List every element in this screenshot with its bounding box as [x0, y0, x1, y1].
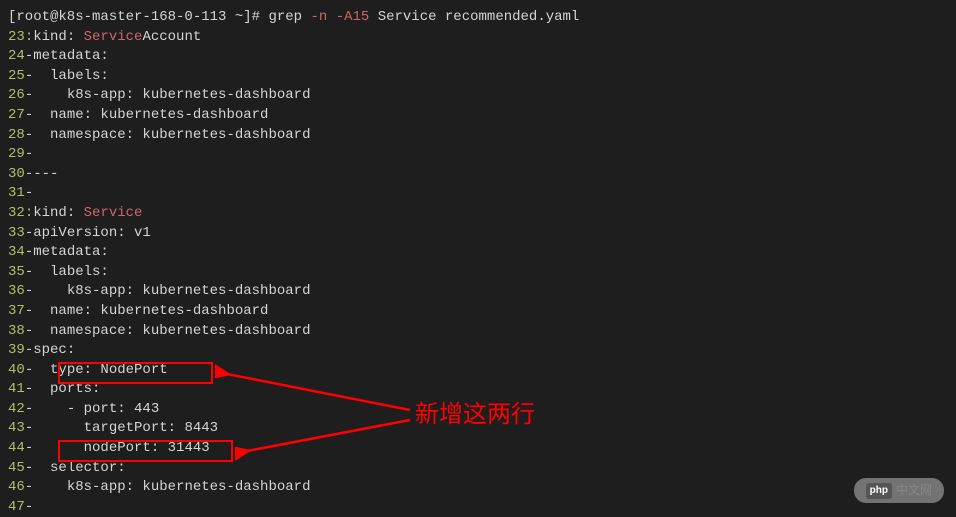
- output-line: 27- name: kubernetes-dashboard: [8, 107, 268, 123]
- output-line: 43- targetPort: 8443: [8, 420, 218, 436]
- output-line: 42- - port: 443: [8, 401, 159, 417]
- command-flag: -A15: [336, 9, 370, 25]
- output-line: 47-: [8, 499, 33, 515]
- output-line: 23:kind: ServiceAccount: [8, 29, 201, 45]
- output-line: 38- namespace: kubernetes-dashboard: [8, 323, 310, 339]
- output-line: 29-: [8, 146, 33, 162]
- output-line: 35- labels:: [8, 264, 109, 280]
- annotation-text: 新增这两行: [415, 398, 535, 432]
- output-line: 40- type: NodePort: [8, 362, 168, 378]
- output-line: 46- k8s-app: kubernetes-dashboard: [8, 479, 310, 495]
- output-line: 34-metadata:: [8, 244, 109, 260]
- output-line: 41- ports:: [8, 381, 100, 397]
- shell-prompt: [root@k8s-master-168-0-113 ~]#: [8, 9, 268, 25]
- output-line: 45- selector:: [8, 460, 126, 476]
- output-line: 37- name: kubernetes-dashboard: [8, 303, 268, 319]
- output-line: 32:kind: Service: [8, 205, 142, 221]
- watermark: php 中文网: [854, 478, 944, 503]
- command-name: grep: [268, 9, 310, 25]
- output-line: 30----: [8, 166, 58, 182]
- command-flag: -n: [310, 9, 327, 25]
- output-line: 28- namespace: kubernetes-dashboard: [8, 127, 310, 143]
- output-line: 39-spec:: [8, 342, 75, 358]
- command-args: Service recommended.yaml: [369, 9, 579, 25]
- output-line: 33-apiVersion: v1: [8, 225, 151, 241]
- output-line: 24-metadata:: [8, 48, 109, 64]
- watermark-logo: php: [866, 483, 892, 499]
- terminal-output: [root@k8s-master-168-0-113 ~]# grep -n -…: [8, 8, 948, 517]
- watermark-text: 中文网: [896, 482, 932, 499]
- output-line: 31-: [8, 185, 33, 201]
- output-line: 36- k8s-app: kubernetes-dashboard: [8, 283, 310, 299]
- output-line: 44- nodePort: 31443: [8, 440, 210, 456]
- output-line: 25- labels:: [8, 68, 109, 84]
- output-line: 26- k8s-app: kubernetes-dashboard: [8, 87, 310, 103]
